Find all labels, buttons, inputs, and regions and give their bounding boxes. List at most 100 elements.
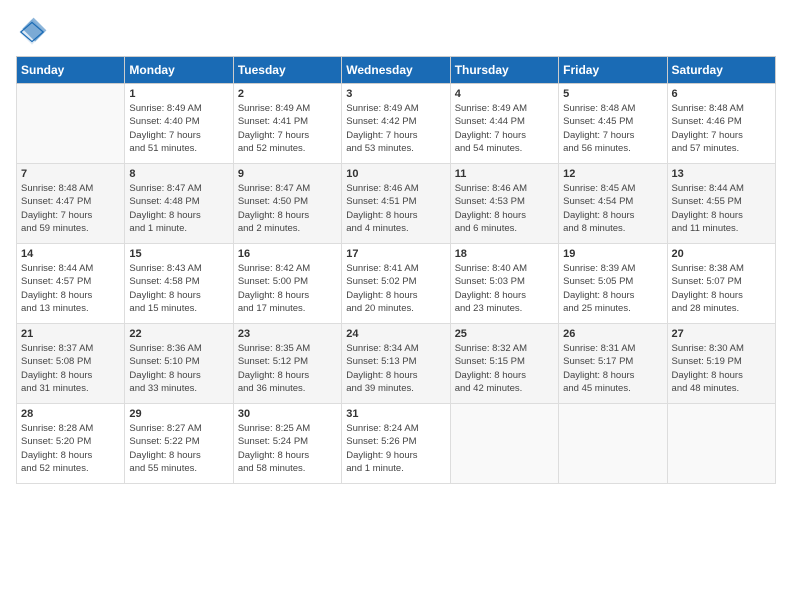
day-number: 15 bbox=[129, 248, 228, 260]
calendar-cell: 24 Sunrise: 8:34 AMSunset: 5:13 PMDayligh… bbox=[342, 324, 450, 404]
day-info: Sunrise: 8:49 AMSunset: 4:40 PMDaylight:… bbox=[129, 102, 228, 155]
day-info: Sunrise: 8:30 AMSunset: 5:19 PMDaylight:… bbox=[672, 342, 771, 395]
calendar-cell: 2Sunrise: 8:49 AMSunset: 4:41 PMDaylight… bbox=[233, 84, 341, 164]
day-number: 11 bbox=[455, 168, 554, 180]
day-number: 7 bbox=[21, 168, 120, 180]
day-info: Sunrise: 8:31 AMSunset: 5:17 PMDaylight:… bbox=[563, 342, 662, 395]
day-number: 6 bbox=[672, 88, 771, 100]
day-info: Sunrise: 8:37 AMSunset: 5:08 PMDaylight:… bbox=[21, 342, 120, 395]
day-info: Sunrise: 8:44 AMSunset: 4:57 PMDaylight:… bbox=[21, 262, 120, 315]
day-info: Sunrise: 8:46 AMSunset: 4:53 PMDaylight:… bbox=[455, 182, 554, 235]
day-info: Sunrise: 8:48 AMSunset: 4:45 PMDaylight:… bbox=[563, 102, 662, 155]
day-number: 18 bbox=[455, 248, 554, 260]
day-number: 23 bbox=[238, 328, 337, 340]
day-info: Sunrise: 8:27 AMSunset: 5:22 PMDaylight:… bbox=[129, 422, 228, 475]
day-number: 17 bbox=[346, 248, 445, 260]
day-number: 8 bbox=[129, 168, 228, 180]
day-number: 14 bbox=[21, 248, 120, 260]
day-info: Sunrise: 8:49 AMSunset: 4:42 PMDaylight:… bbox=[346, 102, 445, 155]
calendar-cell: 15 Sunrise: 8:43 AMSunset: 4:58 PMDayligh… bbox=[125, 244, 233, 324]
day-info: Sunrise: 8:46 AMSunset: 4:51 PMDaylight:… bbox=[346, 182, 445, 235]
day-info: Sunrise: 8:41 AMSunset: 5:02 PMDaylight:… bbox=[346, 262, 445, 315]
day-number: 29 bbox=[129, 408, 228, 420]
calendar-cell: 6 Sunrise: 8:48 AMSunset: 4:46 PMDaylight… bbox=[667, 84, 775, 164]
calendar-cell: 27 Sunrise: 8:30 AMSunset: 5:19 PMDayligh… bbox=[667, 324, 775, 404]
calendar-cell: 21 Sunrise: 8:37 AMSunset: 5:08 PMDayligh… bbox=[17, 324, 125, 404]
day-info: Sunrise: 8:48 AMSunset: 4:46 PMDaylight:… bbox=[672, 102, 771, 155]
calendar-week-row: 1 Sunrise: 8:49 AMSunset: 4:40 PMDaylight… bbox=[17, 84, 776, 164]
calendar-cell: 8 Sunrise: 8:47 AMSunset: 4:48 PMDaylight… bbox=[125, 164, 233, 244]
day-number: 5 bbox=[563, 88, 662, 100]
day-number: 21 bbox=[21, 328, 120, 340]
calendar-header-thursday: Thursday bbox=[450, 57, 558, 84]
day-number: 4 bbox=[455, 88, 554, 100]
calendar-cell: 20Sunrise: 8:38 AMSunset: 5:07 PMDayligh… bbox=[667, 244, 775, 324]
calendar-week-row: 14 Sunrise: 8:44 AMSunset: 4:57 PMDayligh… bbox=[17, 244, 776, 324]
day-info: Sunrise: 8:47 AMSunset: 4:50 PMDaylight:… bbox=[238, 182, 337, 235]
day-info: Sunrise: 8:32 AMSunset: 5:15 PMDaylight:… bbox=[455, 342, 554, 395]
calendar-cell: 13 Sunrise: 8:44 AMSunset: 4:55 PMDayligh… bbox=[667, 164, 775, 244]
calendar-cell: 4 Sunrise: 8:49 AMSunset: 4:44 PMDaylight… bbox=[450, 84, 558, 164]
calendar-cell: 7 Sunrise: 8:48 AMSunset: 4:47 PMDaylight… bbox=[17, 164, 125, 244]
day-number: 3 bbox=[346, 88, 445, 100]
day-number: 13 bbox=[672, 168, 771, 180]
calendar-table: SundayMondayTuesdayWednesdayThursdayFrid… bbox=[16, 56, 776, 484]
calendar-cell: 12Sunrise: 8:45 AMSunset: 4:54 PMDayligh… bbox=[559, 164, 667, 244]
calendar-cell bbox=[17, 84, 125, 164]
calendar-header-sunday: Sunday bbox=[17, 57, 125, 84]
day-info: Sunrise: 8:40 AMSunset: 5:03 PMDaylight:… bbox=[455, 262, 554, 315]
calendar-header-row: SundayMondayTuesdayWednesdayThursdayFrid… bbox=[17, 57, 776, 84]
day-number: 26 bbox=[563, 328, 662, 340]
calendar-cell: 17 Sunrise: 8:41 AMSunset: 5:02 PMDayligh… bbox=[342, 244, 450, 324]
day-info: Sunrise: 8:39 AMSunset: 5:05 PMDaylight:… bbox=[563, 262, 662, 315]
calendar-cell bbox=[559, 404, 667, 484]
day-number: 25 bbox=[455, 328, 554, 340]
calendar-cell: 31Sunrise: 8:24 AMSunset: 5:26 PMDayligh… bbox=[342, 404, 450, 484]
calendar-cell bbox=[450, 404, 558, 484]
day-number: 24 bbox=[346, 328, 445, 340]
calendar-cell: 18 Sunrise: 8:40 AMSunset: 5:03 PMDayligh… bbox=[450, 244, 558, 324]
day-number: 27 bbox=[672, 328, 771, 340]
calendar-week-row: 21 Sunrise: 8:37 AMSunset: 5:08 PMDayligh… bbox=[17, 324, 776, 404]
calendar-cell: 26 Sunrise: 8:31 AMSunset: 5:17 PMDayligh… bbox=[559, 324, 667, 404]
calendar-header-wednesday: Wednesday bbox=[342, 57, 450, 84]
calendar-cell: 16Sunrise: 8:42 AMSunset: 5:00 PMDayligh… bbox=[233, 244, 341, 324]
day-info: Sunrise: 8:45 AMSunset: 4:54 PMDaylight:… bbox=[563, 182, 662, 235]
calendar-cell: 25 Sunrise: 8:32 AMSunset: 5:15 PMDayligh… bbox=[450, 324, 558, 404]
calendar-cell: 23 Sunrise: 8:35 AMSunset: 5:12 PMDayligh… bbox=[233, 324, 341, 404]
calendar-cell: 3 Sunrise: 8:49 AMSunset: 4:42 PMDaylight… bbox=[342, 84, 450, 164]
day-info: Sunrise: 8:48 AMSunset: 4:47 PMDaylight:… bbox=[21, 182, 120, 235]
calendar-cell bbox=[667, 404, 775, 484]
calendar-cell: 19 Sunrise: 8:39 AMSunset: 5:05 PMDayligh… bbox=[559, 244, 667, 324]
day-info: Sunrise: 8:25 AMSunset: 5:24 PMDaylight:… bbox=[238, 422, 337, 475]
calendar-cell: 22Sunrise: 8:36 AMSunset: 5:10 PMDayligh… bbox=[125, 324, 233, 404]
calendar-cell: 29 Sunrise: 8:27 AMSunset: 5:22 PMDayligh… bbox=[125, 404, 233, 484]
day-info: Sunrise: 8:42 AMSunset: 5:00 PMDaylight:… bbox=[238, 262, 337, 315]
day-info: Sunrise: 8:35 AMSunset: 5:12 PMDaylight:… bbox=[238, 342, 337, 395]
day-number: 19 bbox=[563, 248, 662, 260]
day-number: 10 bbox=[346, 168, 445, 180]
day-info: Sunrise: 8:49 AMSunset: 4:44 PMDaylight:… bbox=[455, 102, 554, 155]
day-info: Sunrise: 8:47 AMSunset: 4:48 PMDaylight:… bbox=[129, 182, 228, 235]
day-number: 30 bbox=[238, 408, 337, 420]
day-number: 28 bbox=[21, 408, 120, 420]
calendar-header-friday: Friday bbox=[559, 57, 667, 84]
day-info: Sunrise: 8:38 AMSunset: 5:07 PMDaylight:… bbox=[672, 262, 771, 315]
calendar-header-monday: Monday bbox=[125, 57, 233, 84]
calendar-week-row: 28Sunrise: 8:28 AMSunset: 5:20 PMDayligh… bbox=[17, 404, 776, 484]
day-info: Sunrise: 8:43 AMSunset: 4:58 PMDaylight:… bbox=[129, 262, 228, 315]
day-number: 31 bbox=[346, 408, 445, 420]
logo-icon bbox=[16, 16, 48, 48]
day-info: Sunrise: 8:49 AMSunset: 4:41 PMDaylight:… bbox=[238, 102, 337, 155]
calendar-cell: 30 Sunrise: 8:25 AMSunset: 5:24 PMDayligh… bbox=[233, 404, 341, 484]
day-number: 1 bbox=[129, 88, 228, 100]
day-info: Sunrise: 8:44 AMSunset: 4:55 PMDaylight:… bbox=[672, 182, 771, 235]
calendar-week-row: 7 Sunrise: 8:48 AMSunset: 4:47 PMDaylight… bbox=[17, 164, 776, 244]
calendar-cell: 10 Sunrise: 8:46 AMSunset: 4:51 PMDayligh… bbox=[342, 164, 450, 244]
day-info: Sunrise: 8:34 AMSunset: 5:13 PMDaylight:… bbox=[346, 342, 445, 395]
calendar-header-tuesday: Tuesday bbox=[233, 57, 341, 84]
calendar-cell: 5 Sunrise: 8:48 AMSunset: 4:45 PMDaylight… bbox=[559, 84, 667, 164]
calendar-cell: 9Sunrise: 8:47 AMSunset: 4:50 PMDaylight… bbox=[233, 164, 341, 244]
calendar-header-saturday: Saturday bbox=[667, 57, 775, 84]
calendar-cell: 28Sunrise: 8:28 AMSunset: 5:20 PMDayligh… bbox=[17, 404, 125, 484]
